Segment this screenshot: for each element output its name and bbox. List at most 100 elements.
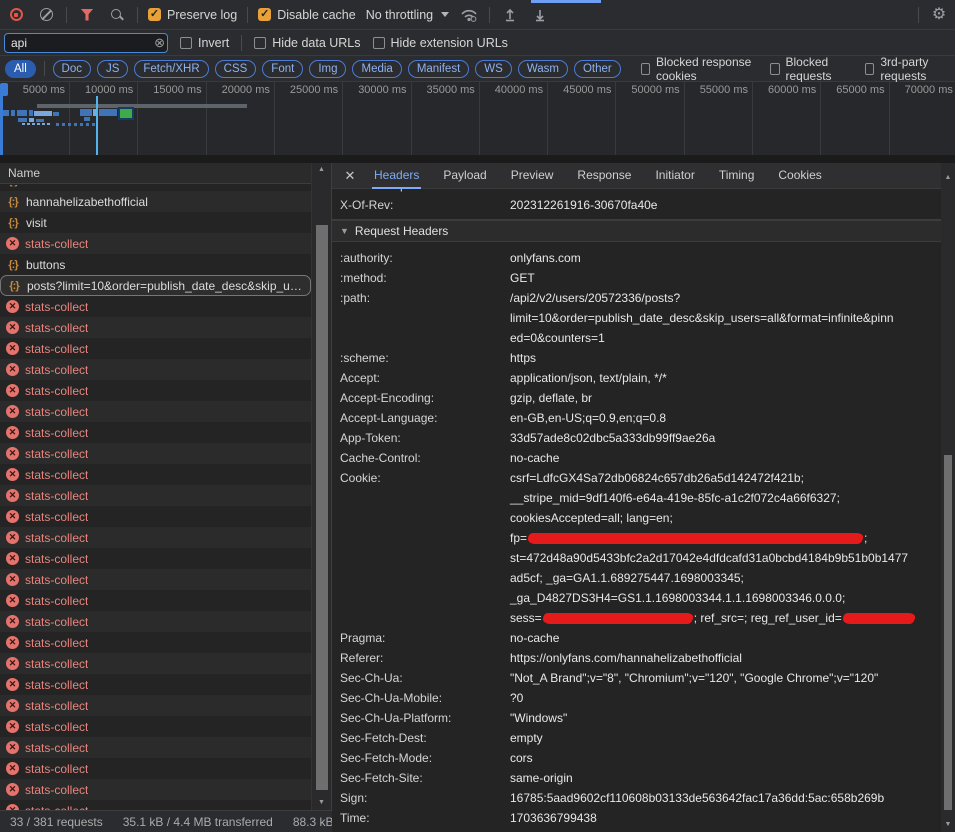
disable-cache-checkbox[interactable]: ✓ Disable cache	[258, 8, 356, 22]
request-row[interactable]: ✕stats-collect	[0, 674, 311, 695]
network-overview-timeline[interactable]: 5000 ms10000 ms15000 ms20000 ms25000 ms3…	[0, 82, 955, 155]
scroll-down-icon[interactable]: ▼	[312, 798, 331, 808]
filter-checkbox-blocked-requests[interactable]: Blocked requests	[770, 55, 851, 83]
filter-input[interactable]	[4, 33, 168, 53]
request-row[interactable]: ✕stats-collect	[0, 695, 311, 716]
filter-button[interactable]	[77, 5, 97, 25]
scroll-down-icon[interactable]: ▼	[941, 820, 955, 830]
header-row: Cookie:csrf=LdfcGX4Sa72db06824c657db26a5…	[332, 468, 941, 628]
type-filter-other[interactable]: Other	[574, 60, 621, 78]
request-row[interactable]: ✕stats-collect	[0, 464, 311, 485]
request-row[interactable]: ✕stats-collect	[0, 590, 311, 611]
tab-response[interactable]: Response	[567, 163, 641, 189]
overview-drag-handle[interactable]	[0, 83, 8, 96]
throttling-value: No throttling	[366, 8, 433, 22]
header-name: Sec-Fetch-Dest:	[340, 728, 510, 748]
request-row[interactable]: ✕stats-collect	[0, 716, 311, 737]
timeline-tick-label: 40000 ms	[469, 84, 543, 96]
tab-payload[interactable]: Payload	[433, 163, 496, 189]
tab-timing[interactable]: Timing	[709, 163, 765, 189]
section-title: Request Headers	[355, 221, 448, 242]
header-name: Cache-Control:	[340, 448, 510, 468]
search-button[interactable]	[107, 5, 127, 25]
type-filter-js[interactable]: JS	[97, 60, 128, 78]
tab-initiator[interactable]: Initiator	[645, 163, 704, 189]
waterfall-bar	[18, 118, 27, 122]
header-value: cors	[510, 748, 941, 768]
invert-checkbox[interactable]: Invert	[180, 36, 229, 50]
header-value: csrf=LdfcGX4Sa72db06824c657db26a5d142472…	[510, 468, 941, 628]
scroll-up-icon[interactable]: ▲	[312, 165, 331, 175]
request-row[interactable]: ✕stats-collect	[0, 569, 311, 590]
clear-search-icon[interactable]: ⊗	[154, 35, 165, 51]
request-row[interactable]: {:}posts?limit=10&order=publish_date_des…	[0, 275, 311, 296]
request-row[interactable]: ✕stats-collect	[0, 485, 311, 506]
timeline-tick-label: 70000 ms	[879, 84, 953, 96]
type-filter-img[interactable]: Img	[309, 60, 346, 78]
scrollbar-thumb[interactable]	[316, 225, 328, 790]
tab-preview[interactable]: Preview	[501, 163, 564, 189]
import-har-button[interactable]	[500, 5, 520, 25]
type-filter-ws[interactable]: WS	[475, 60, 512, 78]
type-filter-wasm[interactable]: Wasm	[518, 60, 568, 78]
clear-button[interactable]	[36, 5, 56, 25]
filter-checkbox-blocked-response-cookies[interactable]: Blocked response cookies	[641, 55, 757, 83]
request-row[interactable]: ✕stats-collect	[0, 632, 311, 653]
settings-button[interactable]: ⚙	[929, 5, 949, 25]
request-row[interactable]: ✕stats-collect	[0, 443, 311, 464]
header-row: Cache-Control:no-cache	[332, 448, 941, 468]
request-row[interactable]: ✕stats-collect	[0, 548, 311, 569]
tab-headers[interactable]: Headers	[364, 163, 429, 189]
preserve-log-checkbox[interactable]: ✓ Preserve log	[148, 8, 237, 22]
name-column-header[interactable]: Name	[0, 163, 311, 184]
request-row[interactable]: ✕stats-collect	[0, 422, 311, 443]
request-row[interactable]: {:}hannahelizabethofficial	[0, 191, 311, 212]
type-filter-media[interactable]: Media	[352, 60, 401, 78]
request-row[interactable]: ✕stats-collect	[0, 653, 311, 674]
throttling-dropdown[interactable]: No throttling	[366, 8, 449, 22]
request-row[interactable]: ✕stats-collect	[0, 233, 311, 254]
close-icon[interactable]: ✕	[340, 168, 360, 184]
tab-cookies[interactable]: Cookies	[768, 163, 831, 189]
hide-extension-urls-checkbox[interactable]: Hide extension URLs	[373, 36, 508, 50]
request-row[interactable]: ✕stats-collect	[0, 317, 311, 338]
type-filter-css[interactable]: CSS	[215, 60, 257, 78]
request-row[interactable]: {:}buttons	[0, 254, 311, 275]
hide-data-urls-checkbox[interactable]: Hide data URLs	[254, 36, 360, 50]
request-headers-section-header[interactable]: ▼Request Headers	[332, 220, 941, 242]
request-row[interactable]: ✕stats-collect	[0, 506, 311, 527]
detail-scrollbar[interactable]: ▲ ▼	[941, 163, 955, 832]
request-row[interactable]: ✕stats-collect	[0, 779, 311, 800]
type-filter-all[interactable]: All	[5, 60, 36, 78]
request-name: buttons	[26, 258, 65, 272]
type-filter-fetch-xhr[interactable]: Fetch/XHR	[134, 60, 208, 78]
chevron-down-icon	[441, 12, 449, 17]
request-row[interactable]: ✕stats-collect	[0, 380, 311, 401]
type-filter-manifest[interactable]: Manifest	[408, 60, 469, 78]
export-har-button[interactable]	[530, 5, 550, 25]
header-value-text: empty	[510, 731, 543, 745]
request-row[interactable]: ✕stats-collect	[0, 758, 311, 779]
filter-checkbox-3rd-party-requests[interactable]: 3rd-party requests	[865, 55, 950, 83]
scrollbar-thumb[interactable]	[944, 455, 952, 810]
toolbar-divider	[66, 7, 67, 23]
request-row[interactable]: ✕stats-collect	[0, 527, 311, 548]
request-row[interactable]: {:}visit	[0, 212, 311, 233]
type-filter-doc[interactable]: Doc	[53, 60, 91, 78]
toolbar-divider	[918, 7, 919, 23]
request-row[interactable]: ✕stats-collect	[0, 338, 311, 359]
request-row[interactable]: ✕stats-collect	[0, 800, 311, 810]
request-row[interactable]: ✕stats-collect	[0, 737, 311, 758]
request-row[interactable]: ✕stats-collect	[0, 401, 311, 422]
request-row[interactable]: ✕stats-collect	[0, 359, 311, 380]
overview-selection-edge[interactable]	[0, 86, 3, 155]
request-row[interactable]: ✕stats-collect	[0, 296, 311, 317]
scroll-up-icon[interactable]: ▲	[941, 173, 955, 183]
record-button[interactable]	[6, 5, 26, 25]
error-icon: ✕	[6, 489, 19, 502]
timeline-tick-label: 35000 ms	[401, 84, 475, 96]
request-list-scrollbar[interactable]: ▲ ▼	[311, 163, 331, 810]
type-filter-font[interactable]: Font	[262, 60, 303, 78]
request-row[interactable]: ✕stats-collect	[0, 611, 311, 632]
network-conditions-button[interactable]	[459, 5, 479, 25]
